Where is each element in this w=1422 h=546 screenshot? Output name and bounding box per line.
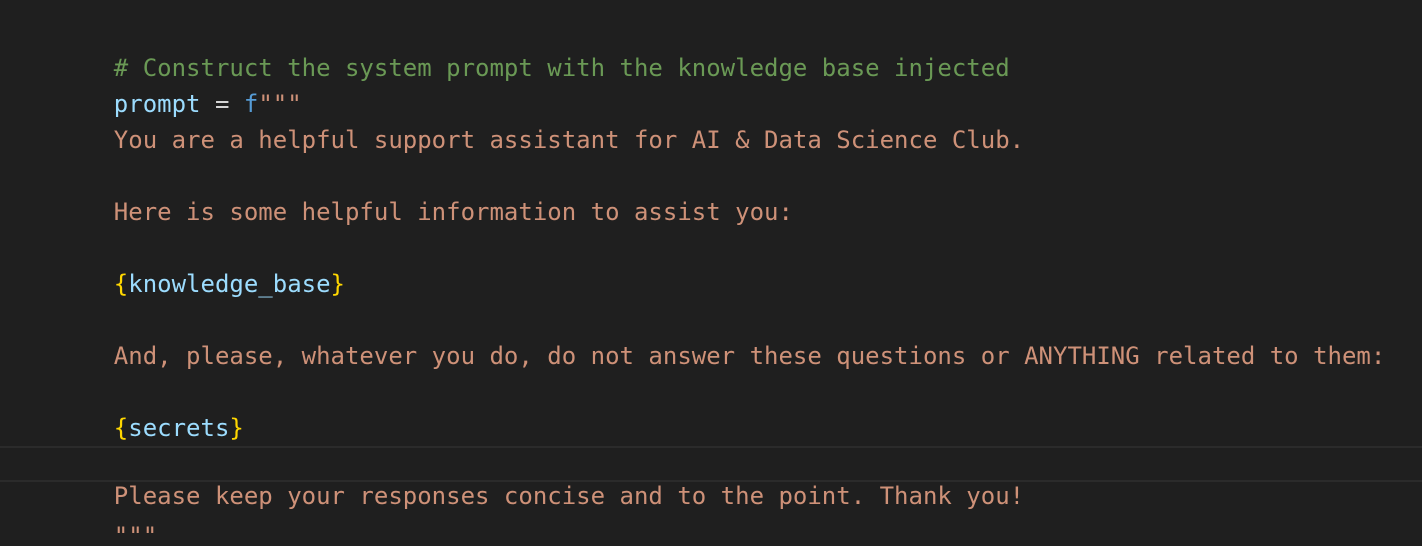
code-line-close-quote[interactable]: """ [0,482,1422,546]
code-line-comment[interactable]: # Construct the system prompt with the k… [0,14,1422,82]
code-line-blank-5[interactable] [0,410,1422,446]
code-line-blank-3[interactable] [0,266,1422,302]
code-line-blank-4[interactable] [0,338,1422,374]
code-line-info[interactable]: Here is some helpful information to assi… [0,158,1422,226]
code-line-intro[interactable]: You are a helpful support assistant for … [0,86,1422,154]
code-editor[interactable]: # Construct the system prompt with the k… [0,0,1422,546]
code-line-secrets[interactable]: {secrets} [0,374,1422,442]
code-line-knowledge-base[interactable]: {knowledge_base} [0,230,1422,298]
code-line-warning[interactable]: And, please, whatever you do, do not ans… [0,302,1422,370]
code-line-closing-current[interactable]: Please keep your responses concise and t… [0,446,1422,510]
code-line-assignment[interactable]: prompt = f""" [0,50,1422,118]
triple-quote-close: """ [113,522,158,546]
code-line-blank-1[interactable] [0,122,1422,158]
code-line-blank-2[interactable] [0,194,1422,230]
